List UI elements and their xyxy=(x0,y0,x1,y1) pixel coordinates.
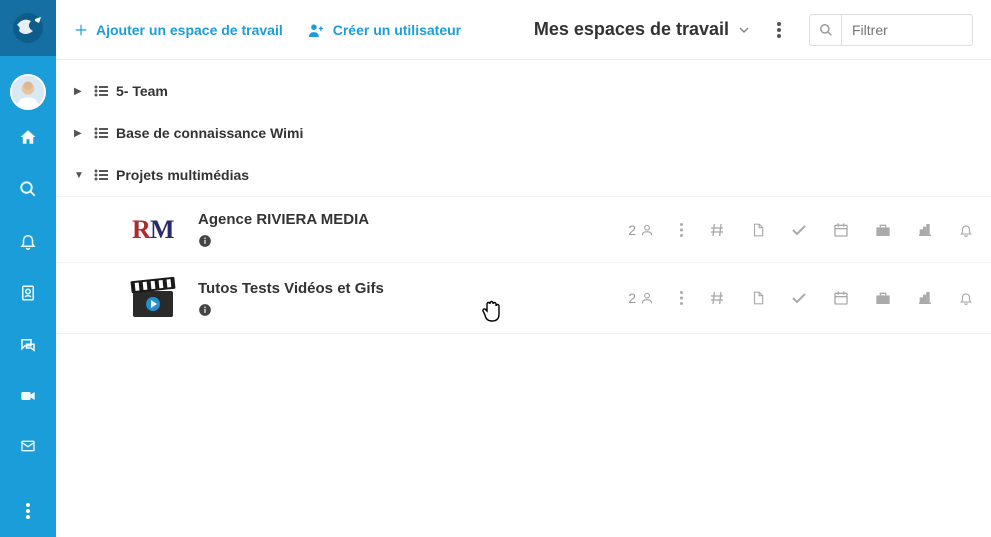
workspace-row[interactable]: R M Agence RIVIERA MEDIA 2 xyxy=(56,196,991,262)
search-icon[interactable] xyxy=(810,15,842,45)
home-icon[interactable] xyxy=(19,128,37,146)
calendar-icon[interactable] xyxy=(833,222,849,238)
tree-category-label: Projets multimédias xyxy=(116,167,249,183)
workspace-tree: ▶ 5- Team ▶ Base de connaissance Wimi ▼ … xyxy=(56,60,991,537)
workspace-thumbnail: R M xyxy=(114,214,192,246)
mail-icon[interactable] xyxy=(19,438,37,454)
main-area: Ajouter un espace de travail Créer un ut… xyxy=(56,0,991,537)
info-icon[interactable] xyxy=(198,303,628,317)
bell-icon[interactable] xyxy=(19,232,37,250)
topbar-more-button[interactable] xyxy=(773,18,785,42)
search-icon[interactable] xyxy=(19,180,37,198)
list-icon xyxy=(94,127,108,139)
list-icon xyxy=(94,169,108,181)
briefcase-icon[interactable] xyxy=(875,223,891,237)
topbar: Ajouter un espace de travail Créer un ut… xyxy=(56,0,991,60)
tree-category[interactable]: ▶ 5- Team xyxy=(56,70,991,112)
document-icon[interactable] xyxy=(751,290,765,306)
workspace-row[interactable]: Tutos Tests Vidéos et Gifs 2 xyxy=(56,262,991,333)
app-logo[interactable] xyxy=(0,0,56,56)
chevron-right-icon: ▶ xyxy=(74,86,94,97)
globe-icon xyxy=(11,11,45,45)
reports-icon[interactable] xyxy=(917,223,933,237)
svg-text:M: M xyxy=(150,215,174,244)
create-user-button[interactable]: Créer un utilisateur xyxy=(307,22,461,38)
sidebar-nav xyxy=(19,128,37,454)
info-icon[interactable] xyxy=(198,234,628,248)
chevron-down-icon: ▼ xyxy=(74,170,94,181)
svg-text:R: R xyxy=(132,215,151,244)
more-vertical-icon[interactable] xyxy=(680,223,683,237)
filter-input[interactable] xyxy=(842,22,972,38)
channels-icon[interactable] xyxy=(709,290,725,306)
user-icon xyxy=(640,291,654,305)
workspace-title: Tutos Tests Vidéos et Gifs xyxy=(198,280,628,297)
more-vertical-icon[interactable] xyxy=(680,291,683,305)
check-icon[interactable] xyxy=(791,224,807,236)
briefcase-icon[interactable] xyxy=(875,291,891,305)
tree-category[interactable]: ▶ Base de connaissance Wimi xyxy=(56,112,991,154)
workspace-title: Agence RIVIERA MEDIA xyxy=(198,211,628,228)
user-plus-icon xyxy=(307,23,325,37)
channels-icon[interactable] xyxy=(709,222,725,238)
calendar-icon[interactable] xyxy=(833,290,849,306)
member-count[interactable]: 2 xyxy=(628,290,654,306)
sidebar xyxy=(0,0,56,537)
workspace-thumbnail xyxy=(114,277,192,319)
workspace-actions: 2 xyxy=(628,222,973,238)
tree-category[interactable]: ▼ Projets multimédias xyxy=(56,154,991,196)
check-icon[interactable] xyxy=(791,292,807,304)
user-avatar[interactable] xyxy=(10,74,46,110)
plus-icon xyxy=(74,23,88,37)
contacts-icon[interactable] xyxy=(19,284,37,302)
more-vertical-icon[interactable] xyxy=(26,503,30,519)
list-icon xyxy=(94,85,108,97)
view-selector[interactable]: Mes espaces de travail xyxy=(534,19,749,40)
create-user-label: Créer un utilisateur xyxy=(333,22,461,38)
filter-search xyxy=(809,14,973,46)
add-workspace-label: Ajouter un espace de travail xyxy=(96,22,283,38)
chat-icon[interactable] xyxy=(19,336,37,354)
reports-icon[interactable] xyxy=(917,291,933,305)
bell-icon[interactable] xyxy=(959,290,973,306)
member-count[interactable]: 2 xyxy=(628,222,654,238)
view-selector-label: Mes espaces de travail xyxy=(534,19,729,40)
tree-category-label: Base de connaissance Wimi xyxy=(116,125,303,141)
document-icon[interactable] xyxy=(751,222,765,238)
chevron-down-icon xyxy=(739,27,749,33)
chevron-right-icon: ▶ xyxy=(74,128,94,139)
tree-category-label: 5- Team xyxy=(116,83,168,99)
add-workspace-button[interactable]: Ajouter un espace de travail xyxy=(74,22,283,38)
video-icon[interactable] xyxy=(19,388,37,404)
user-icon xyxy=(640,223,654,237)
workspace-actions: 2 xyxy=(628,290,973,306)
bell-icon[interactable] xyxy=(959,222,973,238)
